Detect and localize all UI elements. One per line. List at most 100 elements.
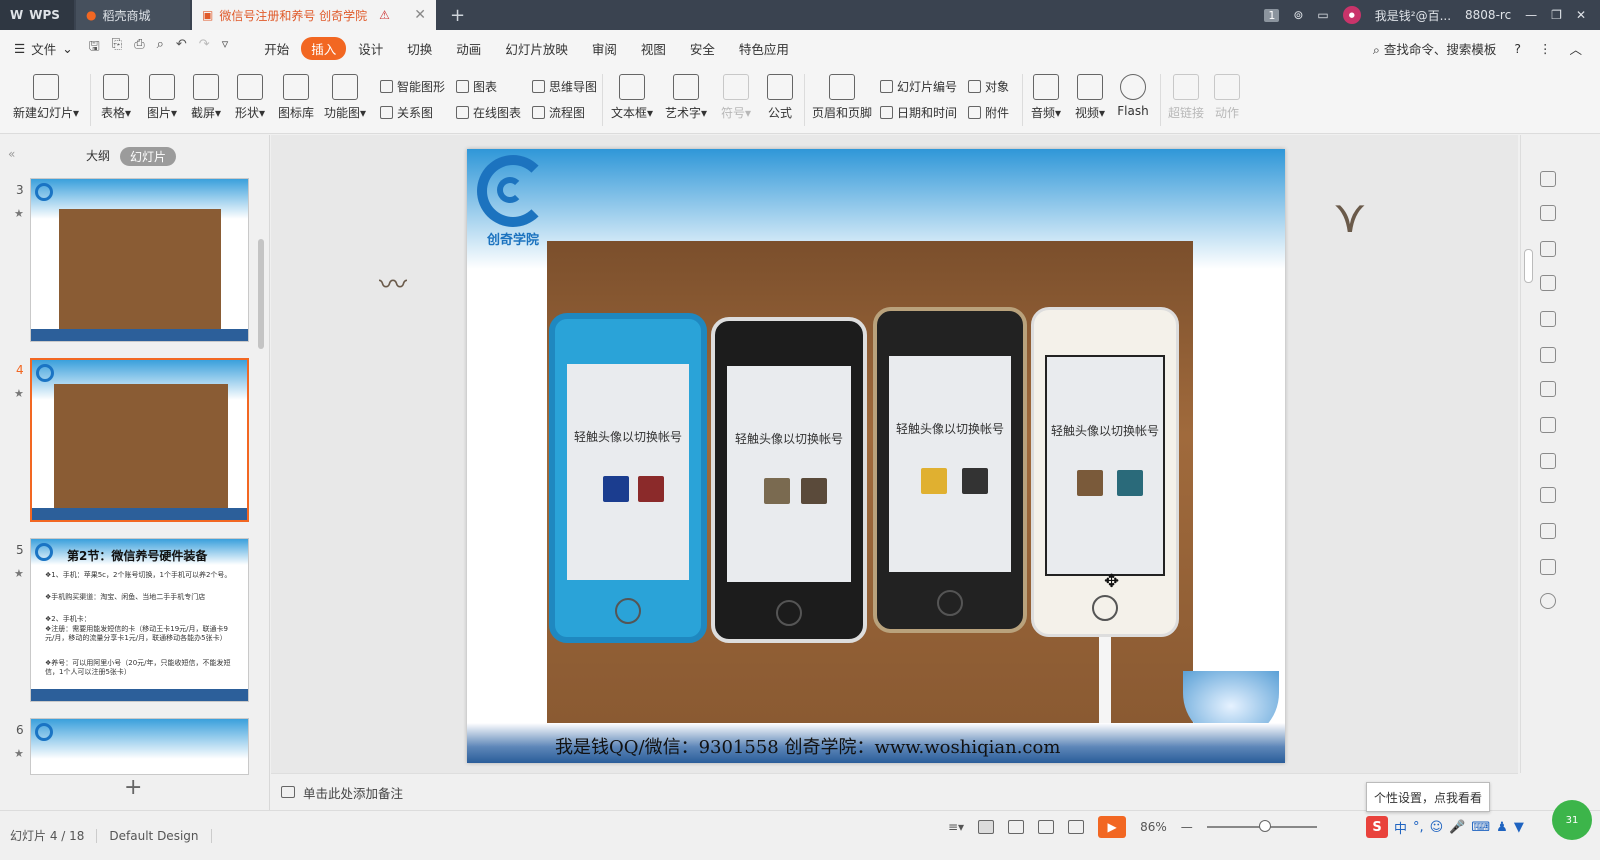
- slide-thumbnail-6[interactable]: [30, 718, 249, 775]
- header-footer-button[interactable]: 页眉和页脚: [810, 74, 874, 121]
- tab-docer-store[interactable]: ● 稻壳商城: [76, 0, 190, 30]
- microphone-icon[interactable]: 🎤: [1449, 820, 1465, 835]
- theme-name[interactable]: Default Design: [109, 829, 198, 843]
- add-slide-button[interactable]: +: [124, 775, 142, 800]
- ime-toolbar[interactable]: S 中 °, ☺ 🎤 ⌨ ♟ ▼: [1366, 816, 1524, 838]
- format-painter-icon[interactable]: ⎘: [112, 37, 122, 59]
- customize-icon[interactable]: ▿: [222, 37, 229, 59]
- pin-icon[interactable]: [1540, 171, 1556, 187]
- menu-view[interactable]: 视图: [629, 39, 678, 58]
- slide-thumbnail-5[interactable]: 第2节：微信养号硬件装备 ❖1、手机：苹果5c，2个账号切换，1个手机可以养2个…: [30, 538, 249, 702]
- share-icon[interactable]: [1540, 381, 1556, 397]
- avatar[interactable]: ●: [1342, 6, 1361, 24]
- menu-slideshow[interactable]: 幻灯片放映: [493, 39, 580, 58]
- smart-shape-button[interactable]: 智能图形: [380, 78, 445, 95]
- close-tab-icon[interactable]: ✕: [414, 7, 426, 23]
- sync-icon[interactable]: ⊚: [1293, 8, 1303, 22]
- settings-tooltip[interactable]: 个性设置，点我看看: [1366, 782, 1490, 812]
- shield-icon[interactable]: [1540, 523, 1556, 539]
- panel-scrollbar[interactable]: [258, 239, 264, 349]
- action-button[interactable]: 动作: [1210, 74, 1244, 121]
- audio-icon[interactable]: [1540, 487, 1556, 503]
- phones-photo[interactable]: 轻触头像以切换帐号 轻触头像以切换帐号 轻触头像以切换帐号 轻触头像以切换帐号: [547, 241, 1193, 725]
- video-button[interactable]: 视频▾: [1072, 74, 1108, 121]
- picture-button[interactable]: 图片▾: [144, 74, 180, 121]
- zoom-slider-knob[interactable]: [1258, 820, 1271, 832]
- mind-map-button[interactable]: 思维导图: [532, 78, 597, 95]
- collapse-panel-icon[interactable]: «: [8, 147, 15, 161]
- flow-chart-button[interactable]: 流程图: [532, 104, 585, 121]
- gallery-icon[interactable]: [1540, 347, 1556, 363]
- undo-icon[interactable]: ↶: [176, 37, 187, 59]
- chart-button[interactable]: 图表: [456, 78, 497, 95]
- slide-4[interactable]: 创奇学院 轻触头像以切换帐号 轻触头像以切换帐号 轻触头像以切换帐号 轻触头像以…: [467, 149, 1285, 763]
- object-button[interactable]: 对象: [968, 78, 1009, 95]
- tab-wps[interactable]: W WPS: [0, 0, 74, 30]
- zoom-slider[interactable]: [1206, 820, 1317, 832]
- print-icon[interactable]: ⎙: [134, 37, 144, 59]
- window-icon[interactable]: ▭: [1317, 8, 1328, 22]
- zoom-out-icon[interactable]: —: [1181, 820, 1193, 834]
- menu-insert[interactable]: 插入: [301, 36, 347, 60]
- shirt-icon[interactable]: ▼: [1514, 820, 1524, 835]
- minimize-icon[interactable]: —: [1525, 8, 1537, 22]
- menu-animation[interactable]: 动画: [444, 39, 493, 58]
- menu-features[interactable]: 特色应用: [727, 39, 801, 58]
- menu-start[interactable]: 开始: [252, 39, 301, 58]
- sogou-ime-icon[interactable]: S: [1366, 816, 1388, 838]
- shape-button[interactable]: 形状▾: [232, 74, 268, 121]
- menu-security[interactable]: 安全: [678, 39, 727, 58]
- function-chart-button[interactable]: 功能图▾: [322, 74, 368, 121]
- flash-button[interactable]: Flash: [1114, 74, 1152, 118]
- menu-design[interactable]: 设计: [346, 39, 395, 58]
- more-icon[interactable]: ⋮: [1539, 41, 1552, 56]
- new-slide-button[interactable]: 新建幻灯片▾: [10, 74, 82, 121]
- ime-language[interactable]: 中: [1394, 818, 1407, 837]
- art-text-button[interactable]: 艺术字▾: [662, 74, 710, 121]
- textbox-button[interactable]: 文本框▾: [608, 74, 656, 121]
- tab-slides[interactable]: 幻灯片: [120, 147, 177, 166]
- reading-view-icon[interactable]: [1038, 820, 1055, 834]
- slide-thumbnail-3[interactable]: [30, 178, 249, 342]
- settings-icon[interactable]: [1540, 311, 1556, 327]
- online-chart-button[interactable]: 在线图表: [456, 104, 521, 121]
- help-circle-icon[interactable]: [1540, 593, 1556, 609]
- print-preview-icon[interactable]: ⌕: [157, 37, 164, 59]
- canvas-scrollbar[interactable]: [1520, 135, 1534, 773]
- grid-view-icon[interactable]: [1008, 820, 1025, 834]
- notification-badge[interactable]: 31: [1552, 800, 1592, 840]
- restore-icon[interactable]: ❐: [1551, 8, 1562, 22]
- table-button[interactable]: 表格▾: [98, 74, 134, 121]
- notes-toggle-icon[interactable]: ≡▾: [948, 820, 964, 834]
- new-tab-button[interactable]: +: [450, 5, 465, 26]
- notes-bar[interactable]: 单击此处添加备注: [271, 773, 1518, 810]
- archive-icon[interactable]: [1540, 417, 1556, 433]
- scrollbar-thumb[interactable]: [1524, 249, 1533, 283]
- image-icon[interactable]: [1540, 453, 1556, 469]
- redo-icon[interactable]: ↷: [199, 37, 210, 59]
- close-window-icon[interactable]: ✕: [1576, 8, 1586, 22]
- date-time-button[interactable]: 日期和时间: [880, 104, 957, 121]
- icon-library-button[interactable]: 图标库: [276, 74, 316, 121]
- symbol-button[interactable]: 符号▾: [716, 74, 756, 121]
- shapes-icon[interactable]: [1540, 241, 1556, 257]
- audio-button[interactable]: 音频▾: [1028, 74, 1064, 121]
- notes-placeholder[interactable]: 单击此处添加备注: [303, 783, 403, 802]
- search-command[interactable]: ⌕ 查找命令、搜索模板: [1373, 39, 1497, 58]
- normal-view-icon[interactable]: [978, 820, 995, 834]
- file-menu[interactable]: ☰ 文件 ⌄: [14, 39, 73, 58]
- slide-thumbnail-4[interactable]: [30, 358, 249, 522]
- screenshot-button[interactable]: 截屏▾: [188, 74, 224, 121]
- help-icon[interactable]: ?: [1514, 41, 1521, 56]
- menu-review[interactable]: 审阅: [580, 39, 629, 58]
- tab-outline[interactable]: 大纲: [86, 147, 110, 166]
- slide-number-button[interactable]: 幻灯片编号: [880, 78, 957, 95]
- zoom-level[interactable]: 86%: [1140, 820, 1167, 834]
- tab-current-document[interactable]: ▣ 微信号注册和养号 创奇学院 ⚠ ✕: [192, 0, 436, 30]
- attachment-button[interactable]: 附件: [968, 104, 1009, 121]
- formula-button[interactable]: 公式: [762, 74, 798, 121]
- username[interactable]: 我是钱²@百...: [1375, 7, 1451, 24]
- animation-icon[interactable]: [1540, 275, 1556, 291]
- punctuation-icon[interactable]: °,: [1413, 820, 1424, 835]
- relation-chart-button[interactable]: 关系图: [380, 104, 433, 121]
